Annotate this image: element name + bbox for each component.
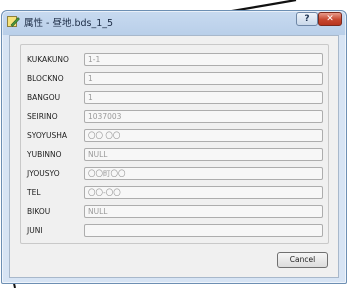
screenshot: 属性 - 昼地.bds_1_5 ? ✕ KUKAKUNO 1-1 BLOCKNO… xyxy=(0,0,349,288)
field-row-jyousyo: JYOUSYO 〇〇町〇〇 xyxy=(21,167,328,181)
field-label: KUKAKUNO xyxy=(27,55,69,64)
field-row-yubinno: YUBINNO NULL xyxy=(21,148,328,162)
attributes-dialog: 属性 - 昼地.bds_1_5 ? ✕ KUKAKUNO 1-1 BLOCKNO… xyxy=(1,10,347,284)
juni-field[interactable] xyxy=(84,224,323,237)
seirino-field[interactable]: 1037003 xyxy=(84,110,323,123)
field-label: BANGOU xyxy=(27,93,61,102)
yubinno-field[interactable]: NULL xyxy=(84,148,323,161)
field-label: TEL xyxy=(27,188,41,197)
field-row-tel: TEL 〇〇-〇〇 xyxy=(21,186,328,200)
field-row-juni: JUNI xyxy=(21,224,328,238)
close-button[interactable]: ✕ xyxy=(318,12,342,26)
field-label: JUNI xyxy=(27,226,43,235)
field-row-blockno: BLOCKNO 1 xyxy=(21,72,328,86)
field-row-bangou: BANGOU 1 xyxy=(21,91,328,105)
field-label: YUBINNO xyxy=(27,150,62,159)
window-title: 属性 - 昼地.bds_1_5 xyxy=(24,18,114,29)
syoyusha-field[interactable]: 〇〇 〇〇 xyxy=(84,129,323,142)
cancel-button[interactable]: Cancel xyxy=(277,252,328,268)
help-button[interactable]: ? xyxy=(296,12,318,26)
edit-attributes-icon xyxy=(7,16,20,27)
kukakuno-field[interactable]: 1-1 xyxy=(84,53,323,66)
title-bar[interactable]: 属性 - 昼地.bds_1_5 ? ✕ xyxy=(2,11,346,33)
field-label: SYOYUSHA xyxy=(27,131,68,140)
field-row-bikou: BIKOU NULL xyxy=(21,205,328,219)
field-label: BIKOU xyxy=(27,207,51,216)
field-row-seirino: SEIRINO 1037003 xyxy=(21,110,328,124)
tel-field[interactable]: 〇〇-〇〇 xyxy=(84,186,323,199)
bikou-field[interactable]: NULL xyxy=(84,205,323,218)
blockno-field[interactable]: 1 xyxy=(84,72,323,85)
field-label: SEIRINO xyxy=(27,112,58,121)
field-label: JYOUSYO xyxy=(27,169,60,178)
field-row-syoyusha: SYOYUSHA 〇〇 〇〇 xyxy=(21,129,328,143)
field-label: BLOCKNO xyxy=(27,74,64,83)
bangou-field[interactable]: 1 xyxy=(84,91,323,104)
attribute-form: KUKAKUNO 1-1 BLOCKNO 1 BANGOU 1 SEIRINO … xyxy=(20,44,329,244)
dialog-body: KUKAKUNO 1-1 BLOCKNO 1 BANGOU 1 SEIRINO … xyxy=(9,35,339,278)
jyousyo-field[interactable]: 〇〇町〇〇 xyxy=(84,167,323,180)
field-row-kukakuno: KUKAKUNO 1-1 xyxy=(21,53,328,67)
